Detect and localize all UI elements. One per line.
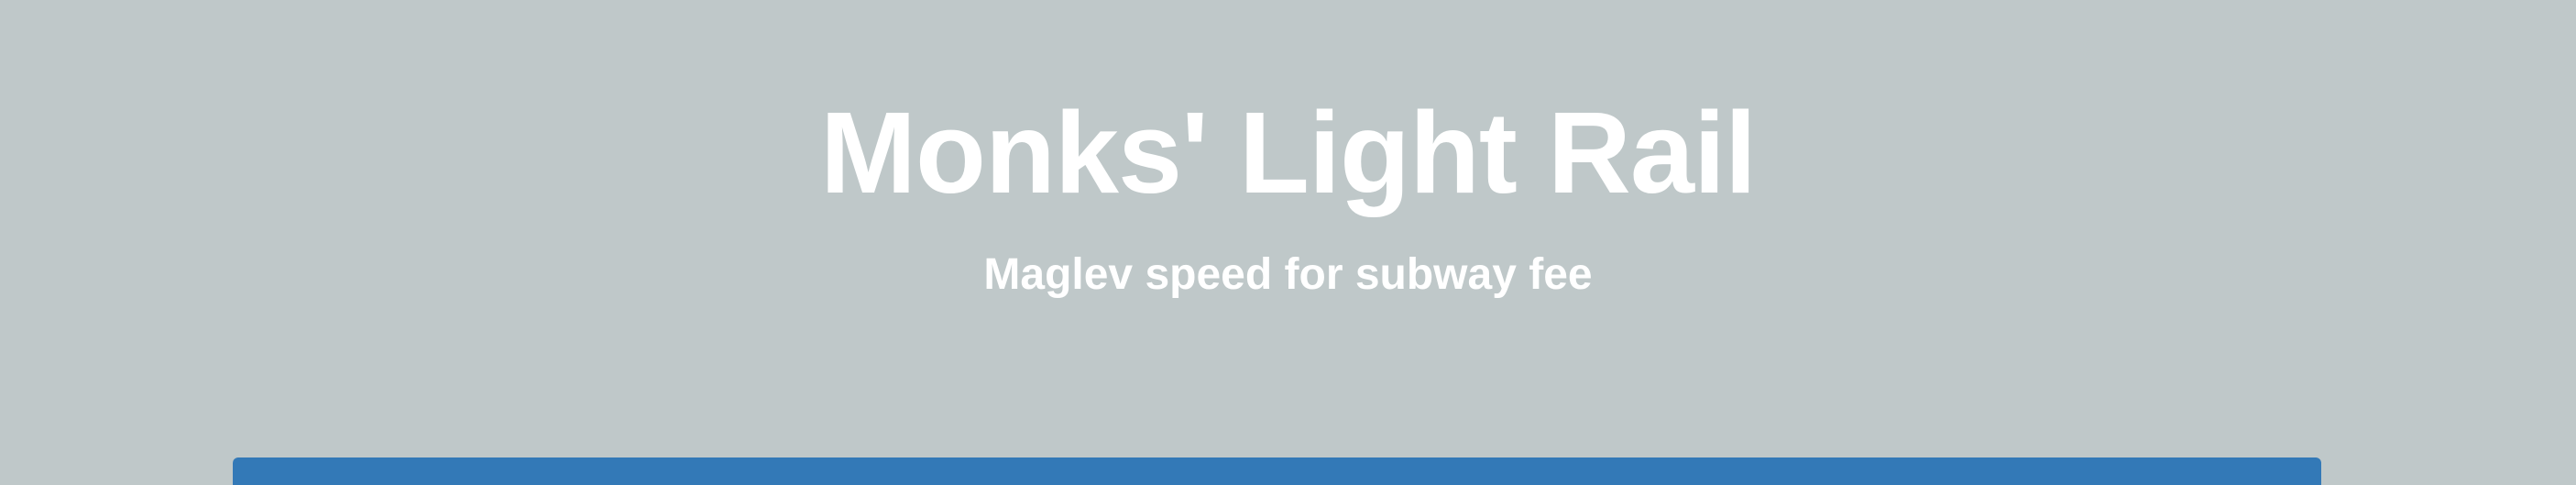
page-title: Monks' Light Rail [820,88,1757,217]
content-panel-top [233,457,2321,485]
hero-banner: Monks' Light Rail Maglev speed for subwa… [0,0,2576,458]
page-subtitle: Maglev speed for subway fee [983,250,1593,299]
